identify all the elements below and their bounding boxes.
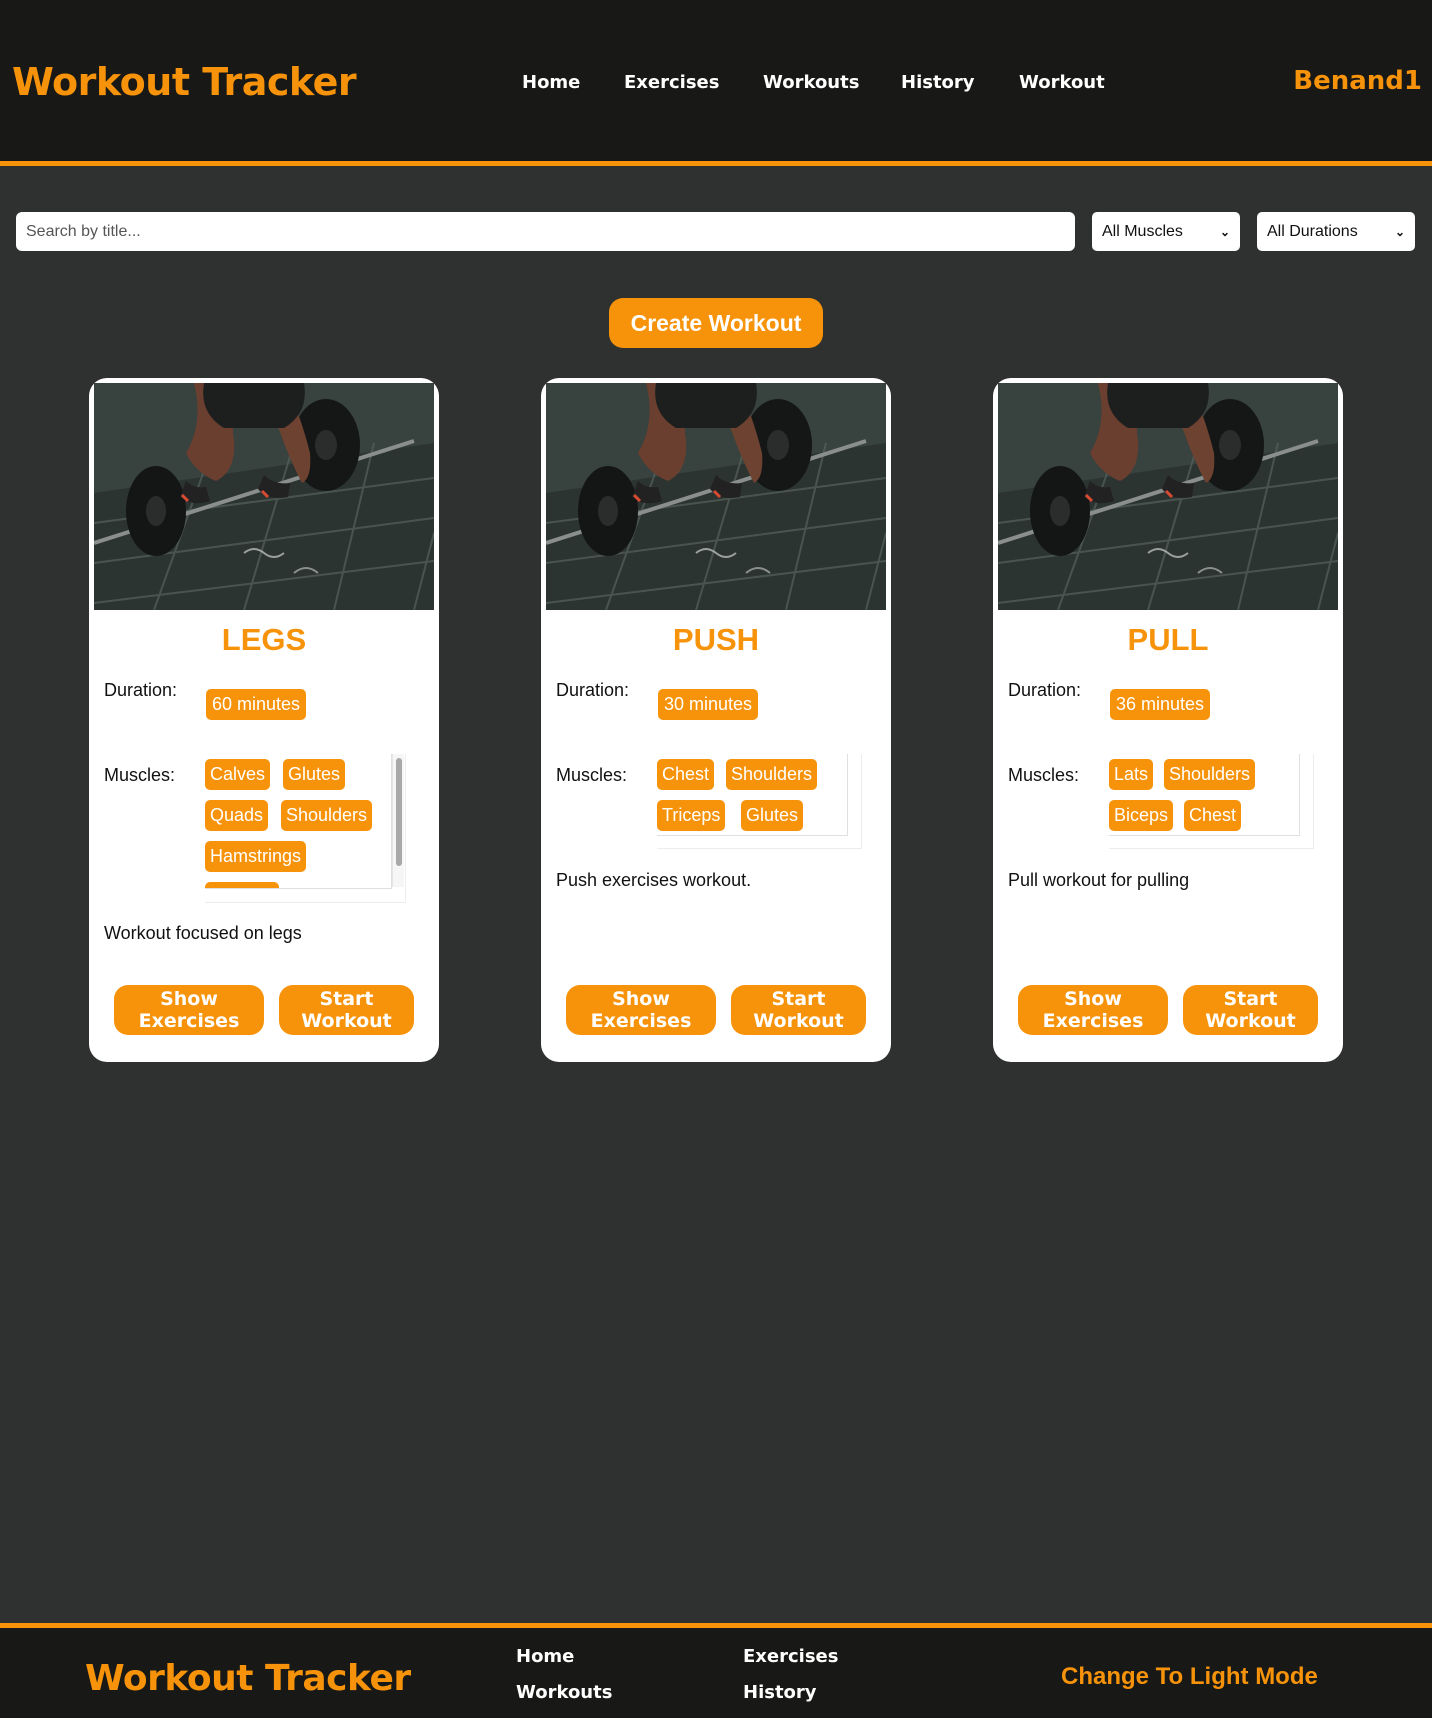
muscle-chip: Quads bbox=[205, 800, 269, 831]
footer-link-home[interactable]: Home bbox=[516, 1646, 574, 1667]
site-header: Workout Tracker Home Exercises Workouts … bbox=[0, 0, 1432, 166]
theme-toggle-button[interactable]: Change To Light Mode bbox=[1061, 1663, 1318, 1691]
muscles-list[interactable]: Calves Glutes Quads Shoulders Hamstrings bbox=[205, 754, 392, 889]
card-title: LEGS bbox=[221, 622, 307, 657]
nav-workout[interactable]: Workout bbox=[1019, 72, 1105, 93]
muscle-chip: Shoulders bbox=[1164, 759, 1256, 790]
muscle-chip: Chest bbox=[657, 759, 715, 790]
muscle-chip: Triceps bbox=[657, 800, 726, 831]
footer-link-history[interactable]: History bbox=[743, 1682, 817, 1703]
muscle-chip: Shoulders bbox=[726, 759, 818, 790]
main-nav: Home Exercises Workouts History Workout bbox=[0, 72, 1432, 96]
create-workout-button[interactable]: Create Workout bbox=[609, 298, 823, 348]
start-workout-button[interactable]: Start Workout bbox=[1183, 985, 1318, 1035]
card-title: PUSH bbox=[672, 622, 760, 657]
durations-select-value: All Durations bbox=[1267, 222, 1358, 240]
nav-exercises[interactable]: Exercises bbox=[624, 72, 719, 93]
footer-link-exercises[interactable]: Exercises bbox=[743, 1646, 838, 1667]
muscle-chip bbox=[205, 882, 279, 888]
chevron-down-icon: ⌄ bbox=[1394, 224, 1405, 239]
duration-label: Duration: bbox=[104, 680, 178, 700]
muscle-chip: Glutes bbox=[283, 759, 346, 790]
duration-label: Duration: bbox=[556, 680, 630, 700]
search-input[interactable] bbox=[16, 212, 1075, 251]
workout-card-pull: PULL Duration: 36 minutes Muscles: Lats … bbox=[993, 378, 1343, 1062]
show-exercises-button[interactable]: Show Exercises bbox=[114, 985, 264, 1035]
start-workout-button[interactable]: Start Workout bbox=[279, 985, 414, 1035]
muscles-select[interactable]: All Muscles ⌄ bbox=[1092, 212, 1240, 251]
card-description: Workout focused on legs bbox=[104, 923, 302, 943]
workout-card-push: PUSH Duration: 30 minutes Muscles: Chest… bbox=[541, 378, 891, 1062]
duration-badge: 30 minutes bbox=[658, 689, 759, 720]
scrollbar-thumb[interactable] bbox=[396, 758, 402, 866]
workout-image bbox=[546, 383, 886, 610]
muscle-chip: Calves bbox=[205, 759, 271, 790]
muscles-select-value: All Muscles bbox=[1102, 222, 1183, 240]
muscles-label: Muscles: bbox=[104, 765, 176, 785]
muscles-scrollbar[interactable] bbox=[392, 754, 404, 887]
duration-label: Duration: bbox=[1008, 680, 1082, 700]
muscle-chip: Chest bbox=[1184, 800, 1242, 831]
user-name[interactable]: Benand1 bbox=[1293, 66, 1422, 96]
muscle-chip: Biceps bbox=[1109, 800, 1174, 831]
duration-badge: 36 minutes bbox=[1110, 689, 1211, 720]
start-workout-button[interactable]: Start Workout bbox=[731, 985, 866, 1035]
workout-image bbox=[998, 383, 1338, 610]
durations-select[interactable]: All Durations ⌄ bbox=[1257, 212, 1415, 251]
workout-image bbox=[94, 383, 434, 610]
footer-logo[interactable]: Workout Tracker bbox=[85, 1658, 411, 1699]
nav-workouts[interactable]: Workouts bbox=[763, 72, 859, 93]
muscles-label: Muscles: bbox=[1008, 765, 1080, 785]
site-footer: Workout Tracker Home Exercises Workouts … bbox=[0, 1623, 1432, 1718]
workout-card-legs: LEGS Duration: 60 minutes Muscles: Calve… bbox=[89, 378, 439, 1062]
muscle-chip: Glutes bbox=[741, 800, 804, 831]
muscles-list[interactable]: Chest Shoulders Triceps Glutes bbox=[657, 754, 848, 836]
duration-badge: 60 minutes bbox=[206, 689, 307, 720]
card-description: Push exercises workout. bbox=[556, 870, 752, 890]
chevron-down-icon: ⌄ bbox=[1219, 224, 1230, 239]
muscle-chip: Hamstrings bbox=[205, 841, 307, 872]
muscle-chip: Shoulders bbox=[281, 800, 373, 831]
muscles-list[interactable]: Lats Shoulders Biceps Chest bbox=[1109, 754, 1300, 836]
footer-link-workouts[interactable]: Workouts bbox=[516, 1682, 612, 1703]
nav-history[interactable]: History bbox=[901, 72, 975, 93]
card-description: Pull workout for pulling bbox=[1008, 870, 1190, 890]
muscle-chip: Lats bbox=[1109, 759, 1154, 790]
muscles-label: Muscles: bbox=[556, 765, 628, 785]
card-title: PULL bbox=[1127, 622, 1209, 657]
show-exercises-button[interactable]: Show Exercises bbox=[566, 985, 716, 1035]
nav-home[interactable]: Home bbox=[522, 72, 580, 93]
show-exercises-button[interactable]: Show Exercises bbox=[1018, 985, 1168, 1035]
